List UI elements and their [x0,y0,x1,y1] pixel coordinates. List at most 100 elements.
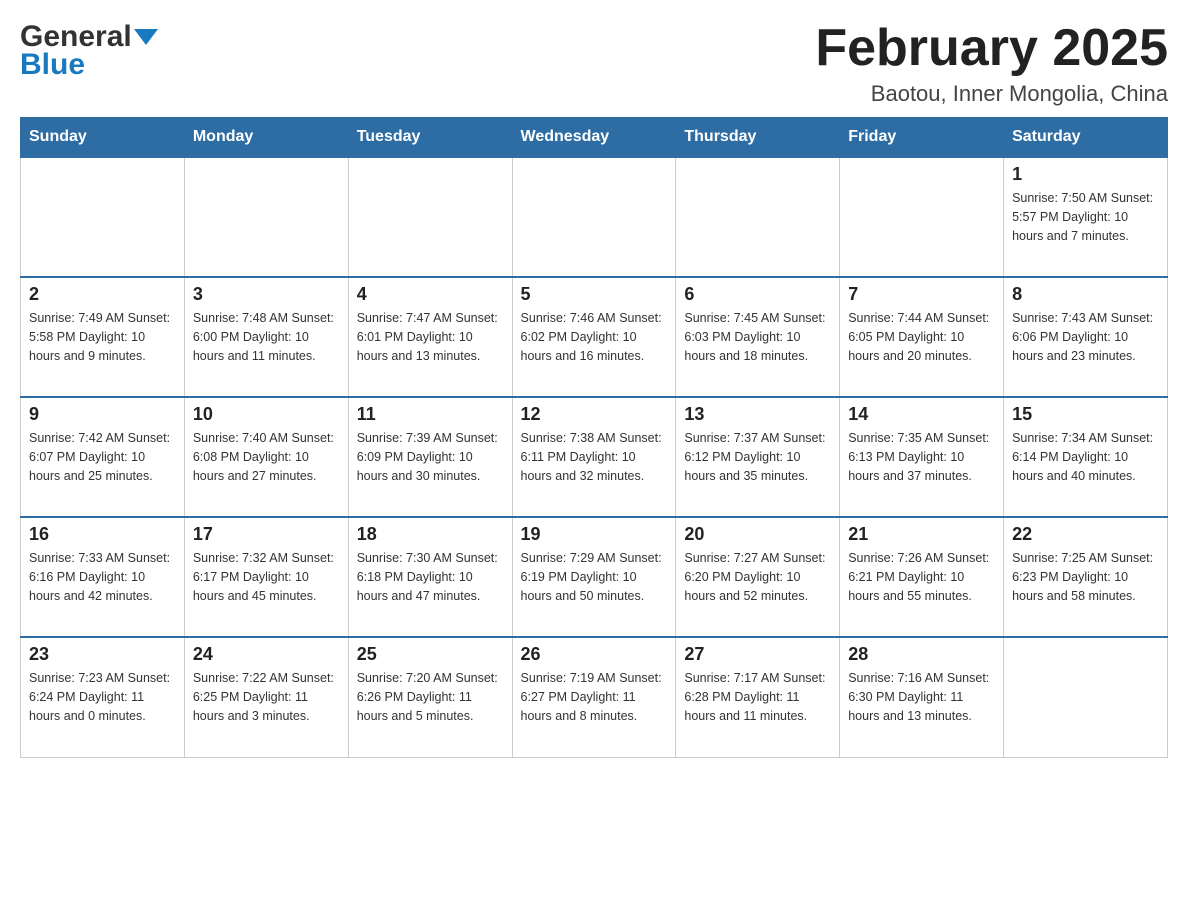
calendar-day-cell: 24 Sunrise: 7:22 AM Sunset: 6:25 PM Dayli… [184,637,348,757]
day-number: 18 [357,524,504,545]
day-info: Sunrise: 7:32 AM Sunset: 6:17 PM Dayligh… [193,549,340,605]
day-number: 8 [1012,284,1159,305]
day-info: Sunrise: 7:19 AM Sunset: 6:27 PM Dayligh… [521,669,668,725]
calendar-week-row: 16 Sunrise: 7:33 AM Sunset: 6:16 PM Dayli… [21,517,1168,637]
calendar-day-cell [840,157,1004,277]
day-number: 16 [29,524,176,545]
day-info: Sunrise: 7:17 AM Sunset: 6:28 PM Dayligh… [684,669,831,725]
day-info: Sunrise: 7:34 AM Sunset: 6:14 PM Dayligh… [1012,429,1159,485]
calendar-header-cell: Saturday [1004,118,1168,158]
calendar-week-row: 9 Sunrise: 7:42 AM Sunset: 6:07 PM Daylig… [21,397,1168,517]
page-header: General Blue February 2025 Baotou, Inner… [20,20,1168,107]
day-number: 24 [193,644,340,665]
day-info: Sunrise: 7:25 AM Sunset: 6:23 PM Dayligh… [1012,549,1159,605]
calendar-header-cell: Tuesday [348,118,512,158]
calendar-day-cell: 22 Sunrise: 7:25 AM Sunset: 6:23 PM Dayli… [1004,517,1168,637]
calendar-day-cell [184,157,348,277]
calendar-body: 1 Sunrise: 7:50 AM Sunset: 5:57 PM Daylig… [21,157,1168,757]
calendar-header-cell: Thursday [676,118,840,158]
calendar-day-cell: 27 Sunrise: 7:17 AM Sunset: 6:28 PM Dayli… [676,637,840,757]
day-number: 4 [357,284,504,305]
day-info: Sunrise: 7:42 AM Sunset: 6:07 PM Dayligh… [29,429,176,485]
calendar-day-cell [348,157,512,277]
calendar-header: SundayMondayTuesdayWednesdayThursdayFrid… [21,118,1168,158]
day-number: 21 [848,524,995,545]
day-info: Sunrise: 7:27 AM Sunset: 6:20 PM Dayligh… [684,549,831,605]
calendar-day-cell: 11 Sunrise: 7:39 AM Sunset: 6:09 PM Dayli… [348,397,512,517]
day-number: 13 [684,404,831,425]
day-number: 28 [848,644,995,665]
calendar-day-cell: 2 Sunrise: 7:49 AM Sunset: 5:58 PM Daylig… [21,277,185,397]
day-info: Sunrise: 7:45 AM Sunset: 6:03 PM Dayligh… [684,309,831,365]
calendar-day-cell: 20 Sunrise: 7:27 AM Sunset: 6:20 PM Dayli… [676,517,840,637]
day-info: Sunrise: 7:16 AM Sunset: 6:30 PM Dayligh… [848,669,995,725]
calendar-day-cell: 4 Sunrise: 7:47 AM Sunset: 6:01 PM Daylig… [348,277,512,397]
calendar-day-cell: 8 Sunrise: 7:43 AM Sunset: 6:06 PM Daylig… [1004,277,1168,397]
day-number: 27 [684,644,831,665]
day-info: Sunrise: 7:20 AM Sunset: 6:26 PM Dayligh… [357,669,504,725]
day-number: 14 [848,404,995,425]
day-info: Sunrise: 7:44 AM Sunset: 6:05 PM Dayligh… [848,309,995,365]
calendar-header-cell: Wednesday [512,118,676,158]
day-number: 25 [357,644,504,665]
calendar-table: SundayMondayTuesdayWednesdayThursdayFrid… [20,117,1168,758]
calendar-day-cell: 28 Sunrise: 7:16 AM Sunset: 6:30 PM Dayli… [840,637,1004,757]
month-title: February 2025 [815,20,1168,77]
day-number: 22 [1012,524,1159,545]
day-number: 9 [29,404,176,425]
calendar-header-cell: Friday [840,118,1004,158]
calendar-day-cell: 15 Sunrise: 7:34 AM Sunset: 6:14 PM Dayli… [1004,397,1168,517]
calendar-header-cell: Monday [184,118,348,158]
calendar-day-cell: 23Sunrise: 7:23 AM Sunset: 6:24 PM Dayli… [21,637,185,757]
calendar-day-cell: 17 Sunrise: 7:32 AM Sunset: 6:17 PM Dayli… [184,517,348,637]
day-number: 20 [684,524,831,545]
calendar-day-cell: 21 Sunrise: 7:26 AM Sunset: 6:21 PM Dayli… [840,517,1004,637]
calendar-day-cell: 10Sunrise: 7:40 AM Sunset: 6:08 PM Dayli… [184,397,348,517]
day-info: Sunrise: 7:49 AM Sunset: 5:58 PM Dayligh… [29,309,176,365]
day-number: 23 [29,644,176,665]
day-number: 2 [29,284,176,305]
calendar-day-cell: 12 Sunrise: 7:38 AM Sunset: 6:11 PM Dayli… [512,397,676,517]
day-number: 5 [521,284,668,305]
day-info: Sunrise: 7:30 AM Sunset: 6:18 PM Dayligh… [357,549,504,605]
calendar-week-row: 2 Sunrise: 7:49 AM Sunset: 5:58 PM Daylig… [21,277,1168,397]
calendar-day-cell [21,157,185,277]
day-number: 3 [193,284,340,305]
calendar-day-cell: 25 Sunrise: 7:20 AM Sunset: 6:26 PM Dayli… [348,637,512,757]
calendar-day-cell: 16 Sunrise: 7:33 AM Sunset: 6:16 PM Dayli… [21,517,185,637]
calendar-day-cell: 9 Sunrise: 7:42 AM Sunset: 6:07 PM Daylig… [21,397,185,517]
calendar-day-cell: 3 Sunrise: 7:48 AM Sunset: 6:00 PM Daylig… [184,277,348,397]
day-info: Sunrise: 7:39 AM Sunset: 6:09 PM Dayligh… [357,429,504,485]
day-info: Sunrise: 7:26 AM Sunset: 6:21 PM Dayligh… [848,549,995,605]
day-info: Sunrise: 7:50 AM Sunset: 5:57 PM Dayligh… [1012,189,1159,245]
day-number: 15 [1012,404,1159,425]
day-info: Sunrise: 7:37 AM Sunset: 6:12 PM Dayligh… [684,429,831,485]
day-number: 1 [1012,164,1159,185]
title-section: February 2025 Baotou, Inner Mongolia, Ch… [815,20,1168,107]
day-number: 10 [193,404,340,425]
calendar-header-cell: Sunday [21,118,185,158]
calendar-day-cell [512,157,676,277]
calendar-header-row: SundayMondayTuesdayWednesdayThursdayFrid… [21,118,1168,158]
day-info: Sunrise: 7:43 AM Sunset: 6:06 PM Dayligh… [1012,309,1159,365]
day-info: Sunrise: 7:47 AM Sunset: 6:01 PM Dayligh… [357,309,504,365]
day-number: 19 [521,524,668,545]
day-number: 26 [521,644,668,665]
day-number: 17 [193,524,340,545]
day-info: Sunrise: 7:22 AM Sunset: 6:25 PM Dayligh… [193,669,340,725]
calendar-week-row: 1 Sunrise: 7:50 AM Sunset: 5:57 PM Daylig… [21,157,1168,277]
day-info: Sunrise: 7:38 AM Sunset: 6:11 PM Dayligh… [521,429,668,485]
calendar-day-cell: 7 Sunrise: 7:44 AM Sunset: 6:05 PM Daylig… [840,277,1004,397]
calendar-day-cell: 19Sunrise: 7:29 AM Sunset: 6:19 PM Dayli… [512,517,676,637]
calendar-day-cell: 14Sunrise: 7:35 AM Sunset: 6:13 PM Dayli… [840,397,1004,517]
day-info: Sunrise: 7:48 AM Sunset: 6:00 PM Dayligh… [193,309,340,365]
day-info: Sunrise: 7:33 AM Sunset: 6:16 PM Dayligh… [29,549,176,605]
calendar-day-cell: 13 Sunrise: 7:37 AM Sunset: 6:12 PM Dayli… [676,397,840,517]
logo: General Blue [20,20,158,82]
calendar-day-cell: 5Sunrise: 7:46 AM Sunset: 6:02 PM Daylig… [512,277,676,397]
day-number: 11 [357,404,504,425]
day-number: 12 [521,404,668,425]
calendar-week-row: 23Sunrise: 7:23 AM Sunset: 6:24 PM Dayli… [21,637,1168,757]
calendar-day-cell: 18 Sunrise: 7:30 AM Sunset: 6:18 PM Dayli… [348,517,512,637]
day-number: 7 [848,284,995,305]
